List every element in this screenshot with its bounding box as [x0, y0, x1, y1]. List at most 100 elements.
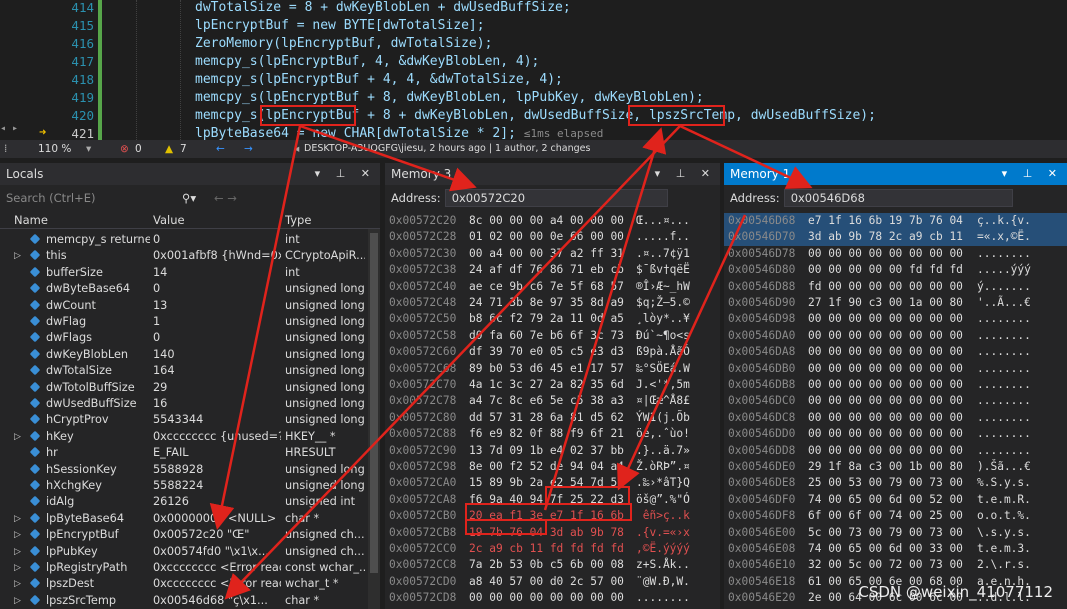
memory-row[interactable]: 0x00546D68 e7 1f 16 6b 19 7b 76 04 ç..k.{v… — [724, 213, 1067, 230]
expand-arrow-icon[interactable]: ▷ — [14, 527, 21, 543]
variable-value[interactable]: 16 — [153, 396, 281, 412]
variable-value[interactable]: 0x00574fd0 "\x1\x... — [153, 544, 281, 560]
memory-row[interactable]: 0x00572C48 24 71 3b 8e 97 35 8d a9 $q;Ž—5.… — [385, 295, 720, 311]
memory-chars[interactable]: ®Î›Æ~_hW — [636, 279, 690, 295]
memory-chars[interactable]: .....ýýý — [977, 262, 1031, 278]
memory-hex-bytes[interactable]: 00 00 00 00 00 00 00 00 — [808, 393, 963, 409]
locals-row[interactable]: ▷ lpszSrcTemp 0x00546d68 "ç\x1... char * — [0, 593, 366, 609]
memory-hex-bytes[interactable]: 2c a9 cb 11 fd fd fd fd — [469, 541, 624, 557]
memory-hex-bytes[interactable]: 74 00 65 00 6d 00 52 00 — [808, 492, 963, 508]
memory-chars[interactable]: =«.x,©Ë. — [977, 229, 1031, 245]
memory-hex-bytes[interactable]: 00 00 00 00 00 00 00 00 — [808, 377, 963, 393]
memory-chars[interactable]: 2.\.r.s. — [977, 557, 1031, 573]
locals-row[interactable]: hXchgKey 5588224 unsigned long — [0, 478, 366, 494]
memory-row[interactable]: 0x00546D90 27 1f 90 c3 00 1a 00 80 '..Ã...… — [724, 295, 1067, 311]
memory-row[interactable]: 0x00572C28 01 02 00 00 0e 66 00 00 .....f.… — [385, 229, 720, 245]
memory-chars[interactable]: '..Ã...€ — [977, 295, 1031, 311]
locals-scrollbar[interactable] — [368, 229, 380, 609]
locals-row[interactable]: idAlg 26126 unsigned int — [0, 494, 366, 510]
memory-hex-bytes[interactable]: 00 00 00 00 00 00 00 00 — [808, 410, 963, 426]
memory-hex-bytes[interactable]: ae ce 9b c6 7e 5f 68 57 — [469, 279, 624, 295]
variable-value[interactable]: 5543344 — [153, 412, 281, 428]
locals-row[interactable]: hSessionKey 5588928 unsigned long — [0, 462, 366, 478]
memory-hex-bytes[interactable]: fd 00 00 00 00 00 00 00 — [808, 279, 963, 295]
memory-chars[interactable]: ÝW1(j.Õb — [636, 410, 690, 426]
locals-row[interactable]: ▷ lpEncryptBuf 0x00572c20 "Œ" unsigned ch..… — [0, 527, 366, 543]
memory-chars[interactable]: ........ — [977, 328, 1031, 344]
locals-row[interactable]: dwTotalSize 164 unsigned long — [0, 363, 366, 379]
memory-row[interactable]: 0x00546DB8 00 00 00 00 00 00 00 00.......… — [724, 377, 1067, 393]
variable-value[interactable]: 5588928 — [153, 462, 281, 478]
memory-row[interactable]: 0x00546D80 00 00 00 00 00 fd fd fd .....ýý… — [724, 262, 1067, 278]
expand-arrow-icon[interactable]: ▷ — [14, 593, 21, 609]
variable-value[interactable]: E_FAIL — [153, 445, 281, 461]
memory-chars[interactable]: .{v.=«›x — [636, 525, 690, 541]
memory-chars[interactable]: .....f.. — [636, 229, 690, 245]
code-line[interactable]: lpEncryptBuf = new BYTE[dwTotalSize]; — [195, 17, 485, 35]
memory-row[interactable]: 0x00546DD8 00 00 00 00 00 00 00 00.......… — [724, 443, 1067, 459]
error-icon[interactable]: ⊗ — [120, 140, 129, 158]
memory-chars[interactable]: öé‚.ˆùo! — [636, 426, 690, 442]
panel-controls-icon[interactable]: ▾ ⊥ ✕ — [315, 163, 376, 185]
memory-hex-bytes[interactable]: a4 7c 8c e6 5e c5 38 a3 — [469, 393, 624, 409]
memory-row[interactable]: 0x00572C68 89 b0 53 d6 45 e1 17 57 ‰°SÖEá.… — [385, 361, 720, 377]
memory-row[interactable]: 0x00546DE0 29 1f 8a c3 00 1b 00 80).Šã...… — [724, 459, 1067, 475]
memory-chars[interactable]: z+S.Åk.. — [636, 557, 690, 573]
memory-row[interactable]: 0x00546DF0 74 00 65 00 6d 00 52 00 t.e.m.R… — [724, 492, 1067, 508]
memory-hex-bytes[interactable]: 13 7d 09 1b e4 02 37 bb — [469, 443, 624, 459]
locals-row[interactable]: dwKeyBlobLen 140 unsigned long — [0, 347, 366, 363]
code-line[interactable]: memcpy_s(lpEncryptBuf + 4, 4, &dwTotalSi… — [195, 71, 563, 89]
memory-hex-bytes[interactable]: 20 ea f1 3e e7 1f 16 6b — [469, 508, 624, 524]
locals-row[interactable]: hr E_FAIL HRESULT — [0, 445, 366, 461]
locals-row[interactable]: dwTotolBuffSize 29 unsigned long — [0, 380, 366, 396]
memory-hex-bytes[interactable]: 29 1f 8a c3 00 1b 00 80 — [808, 459, 963, 475]
memory-hex-bytes[interactable]: 00 a4 00 00 37 a2 ff 31 — [469, 246, 624, 262]
memory-row[interactable]: 0x00572C78 a4 7c 8c e6 5e c5 38 a3 ¤|Œæ^Å8… — [385, 393, 720, 409]
memory-chars[interactable]: ........ — [636, 590, 690, 606]
memory-chars[interactable]: t.e.m.3. — [977, 541, 1031, 557]
memory-row[interactable]: 0x00546DE8 25 00 53 00 79 00 73 00 %.S.y.s… — [724, 475, 1067, 491]
git-blame-info[interactable]: DESKTOP-A3UQGFG\jiesu, 2 hours ago | 1 a… — [304, 140, 590, 158]
memory-row[interactable]: 0x00572C88 f6 e9 82 0f 88 f9 6f 21 öé‚.ˆùo… — [385, 426, 720, 442]
variable-value[interactable]: 13 — [153, 298, 281, 314]
locals-row[interactable]: dwCount 13 unsigned long — [0, 298, 366, 314]
variable-value[interactable]: 0xcccccccc <Error read... — [153, 576, 281, 592]
memory-chars[interactable]: ý....... — [977, 279, 1031, 295]
memory-row[interactable]: 0x00546DF8 6f 00 6f 00 74 00 25 00 o.o.t.%… — [724, 508, 1067, 524]
variable-value[interactable]: 0x00572c20 "Œ" — [153, 527, 281, 543]
value-column-header[interactable]: Value — [153, 211, 185, 229]
variable-value[interactable]: 0 — [153, 330, 281, 346]
memory-row[interactable]: 0x00572C50 b8 6c f2 79 2a 11 0d a5 ¸lòy*..… — [385, 311, 720, 327]
variable-value[interactable]: 164 — [153, 363, 281, 379]
memory-chars[interactable]: J.<'*‚5m — [636, 377, 690, 393]
expand-arrow-icon[interactable]: ▷ — [14, 248, 21, 264]
memory-hex-bytes[interactable]: 00 00 00 00 00 00 00 00 — [808, 311, 963, 327]
memory-row[interactable]: 0x00572CD8 00 00 00 00 00 00 00 00.......… — [385, 590, 720, 606]
memory-hex-bytes[interactable]: f6 e9 82 0f 88 f9 6f 21 — [469, 426, 624, 442]
memory-row[interactable]: 0x00572CB0 20 ea f1 3e e7 1f 16 6b êñ>ç..… — [385, 508, 720, 524]
variable-value[interactable]: 0 — [153, 281, 281, 297]
locals-row[interactable]: ▷ this 0x001afbf8 {hWnd=0x0... CCryptoApiR.… — [0, 248, 366, 264]
locals-row[interactable]: ▷ lpszDest 0xcccccccc <Error read... wchar_… — [0, 576, 366, 592]
memory-row[interactable]: 0x00572CA8 f6 9a 40 94 7f 25 22 d3 öš@”.%"… — [385, 492, 720, 508]
memory-hex-bytes[interactable]: dd 57 31 28 6a 81 d5 62 — [469, 410, 624, 426]
memory-row[interactable]: 0x00572C60 df 39 70 e0 05 c5 e3 d3 ß9pà.Åã… — [385, 344, 720, 360]
code-line[interactable]: dwTotalSize = 8 + dwKeyBlobLen + dwUsedB… — [195, 0, 571, 17]
memory-row[interactable]: 0x00546DA0 00 00 00 00 00 00 00 00.......… — [724, 328, 1067, 344]
memory-row[interactable]: 0x00572CC8 7a 2b 53 0b c5 6b 00 08 z+S.Åk.… — [385, 557, 720, 573]
variable-value[interactable]: 0 — [153, 232, 281, 248]
type-column-header[interactable]: Type — [285, 211, 311, 229]
memory-row[interactable]: 0x00572CC0 2c a9 cb 11 fd fd fd fd ,©Ë.ýýý… — [385, 541, 720, 557]
memory-row[interactable]: 0x00546E00 5c 00 73 00 79 00 73 00 \.s.y.s… — [724, 525, 1067, 541]
locals-row[interactable]: dwUsedBuffSize 16 unsigned long — [0, 396, 366, 412]
memory-row[interactable]: 0x00572CB8 19 7b 76 04 3d ab 9b 78 .{v.=«›… — [385, 525, 720, 541]
memory-row[interactable]: 0x00546DC8 00 00 00 00 00 00 00 00.......… — [724, 410, 1067, 426]
memory-chars[interactable]: ........ — [977, 344, 1031, 360]
variable-value[interactable]: 26126 — [153, 494, 281, 510]
memory-hex-bytes[interactable]: 89 b0 53 d6 45 e1 17 57 — [469, 361, 624, 377]
memory-row[interactable]: 0x00546D78 00 00 00 00 00 00 00 00.......… — [724, 246, 1067, 262]
memory1-address-input[interactable]: 0x00546D68 — [783, 189, 1013, 207]
variable-value[interactable]: 5588224 — [153, 478, 281, 494]
variable-value[interactable]: 14 — [153, 265, 281, 281]
memory-hex-bytes[interactable]: 27 1f 90 c3 00 1a 00 80 — [808, 295, 963, 311]
